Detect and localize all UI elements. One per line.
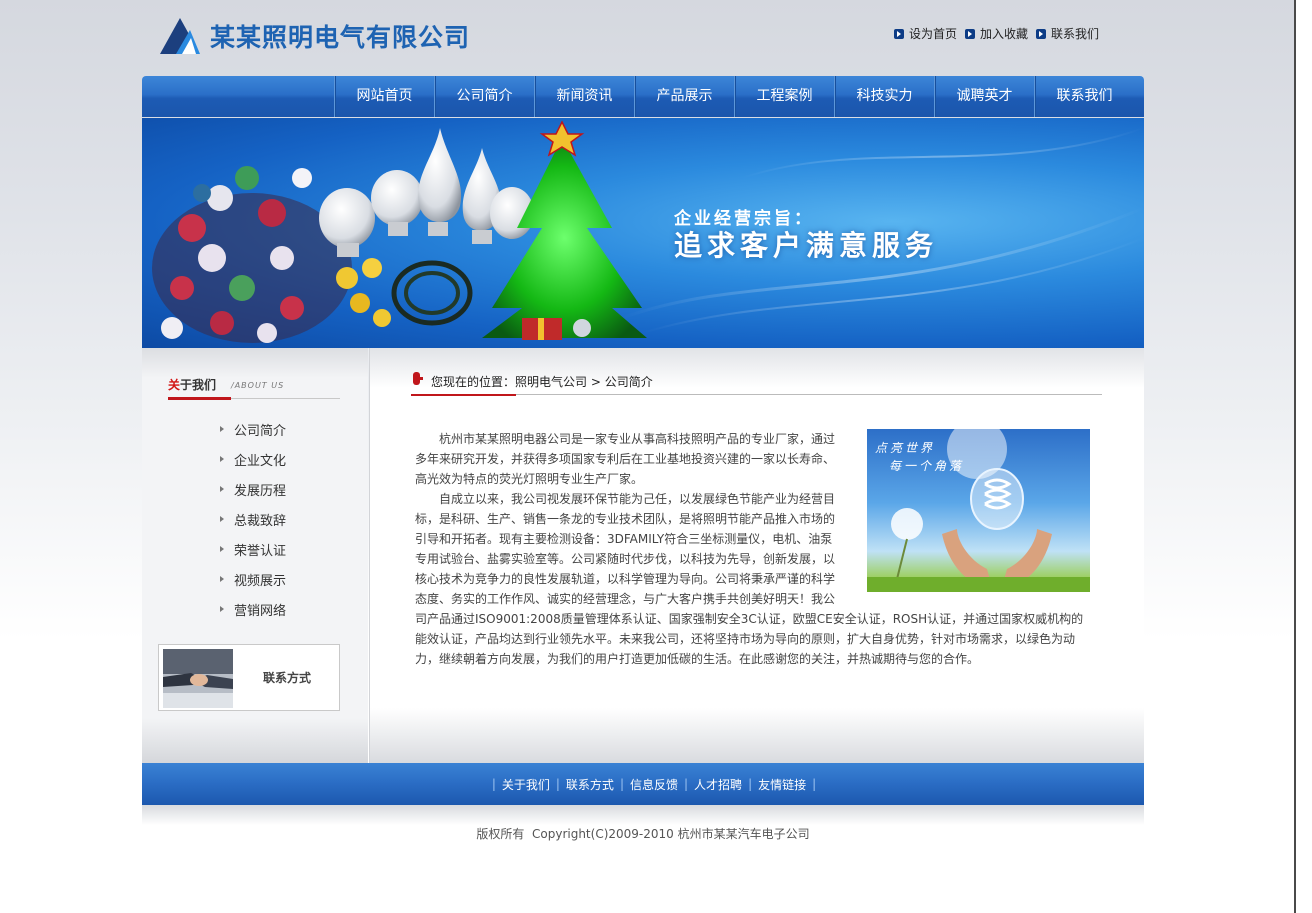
footer-link-feedback[interactable]: 信息反馈 bbox=[630, 776, 678, 793]
sidebar-item-company-profile[interactable]: 公司简介 bbox=[220, 414, 286, 444]
footer-link-recruitment[interactable]: 人才招聘 bbox=[694, 776, 742, 793]
footer-link-contact[interactable]: 联系方式 bbox=[566, 776, 614, 793]
sidebar-item-honors[interactable]: 荣誉认证 bbox=[220, 534, 286, 564]
company-name: 某某照明电气有限公司 bbox=[210, 23, 471, 52]
contact-us-link[interactable]: 联系我们 bbox=[1036, 25, 1099, 42]
footer-bar: | 关于我们 | 联系方式 | 信息反馈 | 人才招聘 | 友情链接 | bbox=[142, 763, 1144, 805]
page-wrapper: 某某照明电气有限公司 设为首页 加入收藏 联系我们 网站首页 公司简介 新闻资讯… bbox=[142, 0, 1144, 913]
contact-us-label: 联系我们 bbox=[1051, 27, 1100, 41]
arrow-bullet-icon bbox=[1036, 28, 1047, 39]
sidebar-item-label: 视频展示 bbox=[234, 573, 287, 589]
sidebar-title-en: /ABOUT US bbox=[231, 381, 285, 390]
breadcrumb-home-link[interactable]: 照明电气公司 bbox=[515, 375, 587, 389]
location-pin-icon bbox=[413, 372, 423, 385]
arrow-bullet-icon bbox=[894, 28, 904, 39]
contact-box-label: 联系方式 bbox=[263, 671, 312, 685]
banner-slogan: 追求客户满意服务 bbox=[674, 229, 939, 262]
nav-item-technology[interactable]: 科技实力 bbox=[834, 76, 934, 117]
image-caption-2: 每一个角落 bbox=[889, 459, 965, 473]
breadcrumb: 您现在的位置：照明电气公司 > 公司简介 bbox=[411, 370, 1102, 396]
sidebar-item-label: 发展历程 bbox=[234, 483, 287, 499]
triangle-bullet-icon bbox=[220, 486, 224, 492]
sidebar-item-history[interactable]: 发展历程 bbox=[220, 474, 286, 504]
footer-links: | 关于我们 | 联系方式 | 信息反馈 | 人才招聘 | 友情链接 | bbox=[486, 776, 822, 793]
triangle-bullet-icon bbox=[220, 546, 224, 552]
sidebar-title-first-char: 关 bbox=[168, 378, 181, 392]
footer-separator: | bbox=[555, 777, 560, 791]
sidebar-item-videos[interactable]: 视频展示 bbox=[220, 564, 286, 594]
breadcrumb-prefix: 您现在的位置： bbox=[431, 375, 516, 389]
banner-products-image bbox=[152, 120, 1144, 343]
sidebar-title: 关于我们 /ABOUT US bbox=[168, 374, 340, 400]
sidebar-item-sales-network[interactable]: 营销网络 bbox=[220, 594, 286, 624]
breadcrumb-separator: > bbox=[587, 375, 605, 389]
triangle-bullet-icon bbox=[220, 456, 224, 462]
article-image: 点亮世界 每一个角落 bbox=[867, 429, 1090, 592]
add-favorite-label: 加入收藏 bbox=[980, 27, 1029, 41]
sidebar: 关于我们 /ABOUT US 公司简介 企业文化 发展历程 总裁致辞 荣誉认证 … bbox=[142, 348, 368, 763]
nav-item-about[interactable]: 公司简介 bbox=[434, 76, 534, 117]
arrow-bullet-icon bbox=[965, 28, 976, 39]
sidebar-item-ceo-message[interactable]: 总裁致辞 bbox=[220, 504, 286, 534]
nav-item-cases[interactable]: 工程案例 bbox=[734, 76, 834, 117]
sidebar-item-label: 公司简介 bbox=[234, 423, 287, 439]
sidebar-title-underline bbox=[168, 397, 231, 400]
nav-item-contact[interactable]: 联系我们 bbox=[1034, 76, 1134, 117]
triangle-bullet-icon bbox=[220, 576, 224, 582]
handshake-image bbox=[163, 649, 233, 708]
sidebar-item-label: 营销网络 bbox=[234, 603, 287, 619]
footer-separator: | bbox=[491, 777, 496, 791]
main-content: 您现在的位置：照明电气公司 > 公司简介 杭州市某某照明电器公司是一家专业从事高… bbox=[369, 348, 1144, 763]
banner: 企业经营宗旨： 追求客户满意服务 bbox=[142, 118, 1144, 348]
scrollbar[interactable] bbox=[1294, 0, 1312, 913]
sidebar-item-label: 总裁致辞 bbox=[234, 513, 287, 529]
set-homepage-label: 设为首页 bbox=[909, 27, 958, 41]
footer-shadow bbox=[142, 805, 1144, 825]
nav-item-home[interactable]: 网站首页 bbox=[334, 76, 434, 117]
top-links: 设为首页 加入收藏 联系我们 bbox=[894, 25, 1099, 42]
triangle-bullet-icon bbox=[220, 426, 224, 432]
sidebar-menu: 公司简介 企业文化 发展历程 总裁致辞 荣誉认证 视频展示 营销网络 bbox=[220, 414, 286, 624]
nav-item-products[interactable]: 产品展示 bbox=[634, 76, 734, 117]
footer-link-about[interactable]: 关于我们 bbox=[502, 776, 550, 793]
site-logo[interactable]: 某某照明电气有限公司 bbox=[160, 16, 470, 56]
set-homepage-link[interactable]: 设为首页 bbox=[894, 25, 957, 42]
main-nav: 网站首页 公司简介 新闻资讯 产品展示 工程案例 科技实力 诚聘英才 联系我们 bbox=[142, 76, 1144, 117]
footer-link-friend-links[interactable]: 友情链接 bbox=[758, 776, 806, 793]
sidebar-item-label: 荣誉认证 bbox=[234, 543, 287, 559]
logo-triangle-icon bbox=[160, 18, 200, 54]
triangle-bullet-icon bbox=[220, 606, 224, 612]
nav-item-news[interactable]: 新闻资讯 bbox=[534, 76, 634, 117]
add-favorite-link[interactable]: 加入收藏 bbox=[965, 25, 1028, 42]
breadcrumb-current: 公司简介 bbox=[604, 375, 653, 389]
nav-item-careers[interactable]: 诚聘英才 bbox=[934, 76, 1034, 117]
footer-separator: | bbox=[684, 777, 689, 791]
sidebar-item-culture[interactable]: 企业文化 bbox=[220, 444, 286, 474]
contact-box[interactable]: 联系方式 bbox=[158, 644, 340, 711]
footer-separator: | bbox=[812, 777, 817, 791]
breadcrumb-underline bbox=[411, 394, 516, 396]
triangle-bullet-icon bbox=[220, 516, 224, 522]
sidebar-item-label: 企业文化 bbox=[234, 453, 287, 469]
copyright: 版权所有 Copyright(C)2009-2010 杭州市某某汽车电子公司 bbox=[476, 827, 810, 841]
sidebar-title-rest: 于我们 bbox=[180, 378, 217, 392]
image-caption-1: 点亮世界 bbox=[875, 441, 936, 455]
footer-separator: | bbox=[748, 777, 753, 791]
footer-separator: | bbox=[619, 777, 624, 791]
